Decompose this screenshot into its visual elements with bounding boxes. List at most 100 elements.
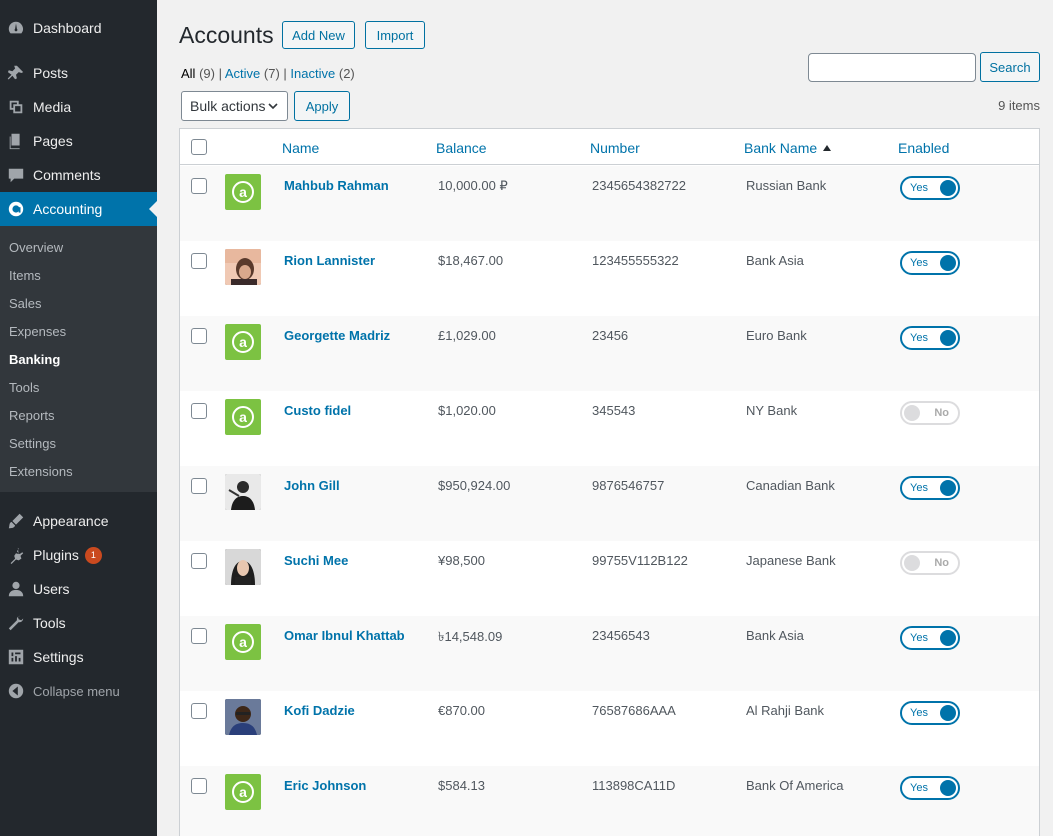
submenu-tools[interactable]: Tools (9, 380, 39, 395)
account-name-link[interactable]: Eric Johnson (284, 778, 366, 793)
account-balance: 10,000.00 ₽ (438, 178, 508, 193)
menu-dashboard[interactable]: Dashboard (0, 11, 157, 45)
filter-views: All (9) | Active (7) | Inactive (2) (181, 66, 355, 81)
item-count: 9 items (998, 98, 1040, 113)
account-name-link[interactable]: Kofi Dadzie (284, 703, 355, 718)
enabled-toggle[interactable]: No (900, 401, 960, 425)
menu-pages[interactable]: Pages (0, 124, 157, 158)
toggle-knob (940, 180, 956, 196)
view-active-link[interactable]: Active (225, 66, 260, 81)
enabled-toggle[interactable]: Yes (900, 626, 960, 650)
enabled-toggle[interactable]: Yes (900, 251, 960, 275)
table-row: Kofi Dadzie €870.00 76587686AAA Al Rahji Ba… (180, 691, 1039, 766)
view-all-link[interactable]: All (181, 66, 195, 81)
submenu-expenses[interactable]: Expenses (9, 324, 66, 339)
toggle-label: Yes (910, 482, 928, 494)
row-checkbox[interactable] (191, 553, 207, 569)
row-checkbox[interactable] (191, 628, 207, 644)
select-all-checkbox[interactable] (191, 139, 207, 155)
search-input[interactable] (808, 53, 976, 82)
toggle-label: Yes (910, 632, 928, 644)
media-icon (6, 97, 26, 117)
account-logo-avatar: a (225, 174, 261, 210)
account-name-link[interactable]: Rion Lannister (284, 253, 375, 268)
table-header: Name Balance Number Bank Name Enabled (180, 129, 1039, 165)
wrench-icon (6, 613, 26, 633)
view-inactive-link[interactable]: Inactive (290, 66, 335, 81)
enabled-toggle[interactable]: No (900, 551, 960, 575)
column-header-bank-label: Bank Name (744, 140, 818, 156)
accounting-logo-icon: a (232, 631, 254, 653)
account-name-link[interactable]: Custo fidel (284, 403, 351, 418)
account-balance: ¥98,500 (438, 553, 485, 568)
account-name-link[interactable]: Mahbub Rahman (284, 178, 389, 193)
menu-plugins[interactable]: Plugins 1 (0, 538, 157, 572)
enabled-toggle[interactable]: Yes (900, 701, 960, 725)
import-button[interactable]: Import (365, 21, 425, 49)
user-icon (6, 579, 26, 599)
menu-posts[interactable]: Posts (0, 56, 157, 90)
submenu-banking[interactable]: Banking (9, 352, 60, 367)
accounting-logo-icon: a (232, 181, 254, 203)
menu-label: Pages (33, 133, 73, 149)
row-checkbox[interactable] (191, 478, 207, 494)
accounts-table: Name Balance Number Bank Name Enabled a M… (179, 128, 1040, 836)
account-name-link[interactable]: Omar Ibnul Khattab (284, 628, 405, 643)
submenu-items[interactable]: Items (9, 268, 41, 283)
pages-icon (6, 131, 26, 151)
row-checkbox[interactable] (191, 178, 207, 194)
menu-comments[interactable]: Comments (0, 158, 157, 192)
menu-media[interactable]: Media (0, 90, 157, 124)
row-checkbox[interactable] (191, 403, 207, 419)
bank-name: Japanese Bank (746, 553, 836, 568)
column-header-number[interactable]: Number (590, 140, 640, 156)
menu-label: Collapse menu (33, 683, 120, 699)
row-checkbox[interactable] (191, 253, 207, 269)
bank-name: Russian Bank (746, 178, 827, 193)
menu-settings[interactable]: Settings (0, 640, 157, 674)
bulk-actions-select[interactable]: Bulk actions (181, 91, 288, 121)
row-checkbox[interactable] (191, 778, 207, 794)
column-header-name[interactable]: Name (282, 140, 319, 156)
account-number: 113898CA11D (592, 778, 676, 793)
submenu-overview[interactable]: Overview (9, 240, 63, 255)
toggle-knob (940, 630, 956, 646)
enabled-toggle[interactable]: Yes (900, 326, 960, 350)
account-balance: €870.00 (438, 703, 485, 718)
account-number: 99755V112B122 (592, 553, 688, 568)
enabled-toggle[interactable]: Yes (900, 176, 960, 200)
account-number: 23456 (592, 328, 629, 343)
account-name-link[interactable]: John Gill (284, 478, 340, 493)
account-name-link[interactable]: Georgette Madriz (284, 328, 390, 343)
table-row: a Eric Johnson $584.13 113898CA11D Bank Of A… (180, 766, 1039, 836)
sort-ascending-icon (823, 145, 832, 151)
submenu-settings[interactable]: Settings (9, 436, 56, 451)
submenu-sales[interactable]: Sales (9, 296, 42, 311)
apply-button[interactable]: Apply (294, 91, 350, 121)
add-new-button[interactable]: Add New (282, 21, 355, 49)
account-logo-avatar: a (225, 624, 261, 660)
enabled-toggle[interactable]: Yes (900, 776, 960, 800)
submenu-extensions[interactable]: Extensions (9, 464, 73, 479)
menu-tools[interactable]: Tools (0, 606, 157, 640)
row-checkbox[interactable] (191, 328, 207, 344)
submenu-reports[interactable]: Reports (9, 408, 55, 423)
bank-name: Bank Asia (746, 253, 804, 268)
row-checkbox[interactable] (191, 703, 207, 719)
menu-accounting[interactable]: Accounting (0, 192, 157, 226)
table-row: a Georgette Madriz £1,029.00 23456 Euro Bank… (180, 316, 1039, 391)
account-name-link[interactable]: Suchi Mee (284, 553, 348, 568)
column-header-enabled[interactable]: Enabled (898, 140, 949, 156)
menu-label: Dashboard (33, 20, 102, 36)
menu-label: Media (33, 99, 72, 115)
column-header-bank-name[interactable]: Bank Name (744, 140, 832, 156)
collapse-menu-button[interactable]: Collapse menu (0, 674, 157, 708)
column-header-balance[interactable]: Balance (436, 140, 487, 156)
enabled-toggle[interactable]: Yes (900, 476, 960, 500)
accounting-icon (6, 199, 26, 219)
menu-appearance[interactable]: Appearance (0, 504, 157, 538)
menu-label: Plugins (33, 547, 79, 563)
search-button[interactable]: Search (980, 52, 1040, 82)
menu-users[interactable]: Users (0, 572, 157, 606)
accounting-submenu: Overview Items Sales Expenses Banking To… (0, 226, 157, 492)
